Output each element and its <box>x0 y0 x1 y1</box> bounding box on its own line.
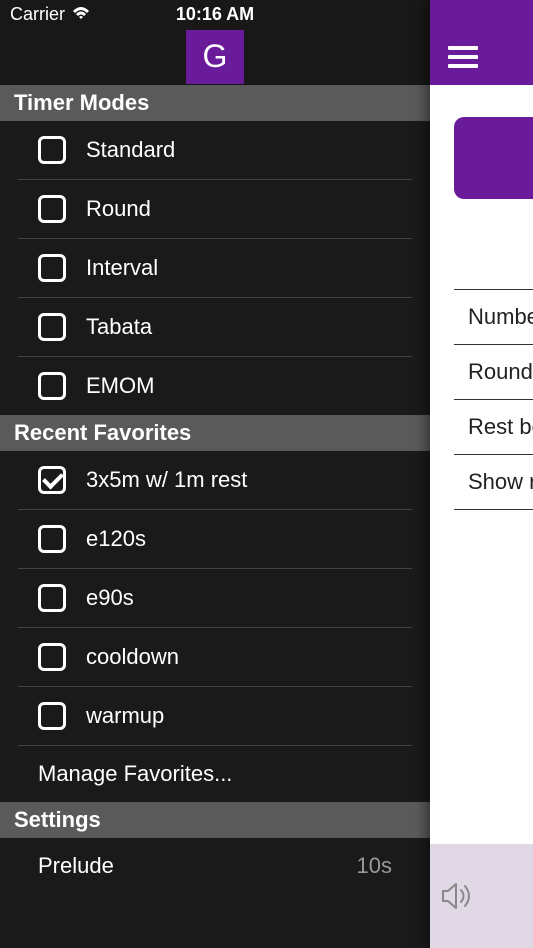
status-bar: Carrier 10:16 AM <box>0 0 430 28</box>
section-header-settings: Settings <box>0 802 430 838</box>
timer-mode-interval[interactable]: Interval <box>18 239 412 298</box>
wifi-icon <box>71 7 91 21</box>
checkbox-icon <box>38 313 66 341</box>
checkbox-icon <box>38 643 66 671</box>
item-value: 10s <box>357 853 392 879</box>
item-label: warmup <box>86 703 392 729</box>
bottom-toolbar <box>430 844 533 948</box>
favorite-item[interactable]: e90s <box>18 569 412 628</box>
timer-mode-emom[interactable]: EMOM <box>18 357 412 415</box>
favorite-item[interactable]: 3x5m w/ 1m rest <box>18 451 412 510</box>
setting-row-number[interactable]: Number <box>454 290 533 345</box>
app-logo[interactable]: G <box>186 30 244 84</box>
item-label: e90s <box>86 585 392 611</box>
item-label: Interval <box>86 255 392 281</box>
content-body: Number Round d Rest bet Show ro <box>430 85 533 510</box>
item-label: Tabata <box>86 314 392 340</box>
main-sidebar-panel: Carrier 10:16 AM G Timer Modes Standard … <box>0 0 430 948</box>
checkbox-icon <box>38 702 66 730</box>
logo-text: G <box>203 38 228 75</box>
timer-mode-round[interactable]: Round <box>18 180 412 239</box>
settings-rows: Number Round d Rest bet Show ro <box>454 289 533 510</box>
checkbox-icon <box>38 195 66 223</box>
setting-row-rest-between[interactable]: Rest bet <box>454 400 533 455</box>
item-label: 3x5m w/ 1m rest <box>86 467 392 493</box>
item-label: Prelude <box>38 853 357 879</box>
checkbox-icon <box>38 525 66 553</box>
item-label: EMOM <box>86 373 392 399</box>
item-label: Round <box>86 196 392 222</box>
content-panel: Number Round d Rest bet Show ro <box>430 0 533 948</box>
content-header <box>430 28 533 85</box>
right-status-bar <box>430 0 533 28</box>
timer-mode-tabata[interactable]: Tabata <box>18 298 412 357</box>
checkbox-checked-icon <box>38 466 66 494</box>
carrier-label: Carrier <box>10 4 65 25</box>
checkbox-icon <box>38 372 66 400</box>
logo-area: G <box>0 28 430 85</box>
favorite-item[interactable]: warmup <box>18 687 412 746</box>
checkbox-icon <box>38 136 66 164</box>
timer-card[interactable] <box>454 117 533 199</box>
recent-favorites-list: 3x5m w/ 1m rest e120s e90s cooldown warm… <box>18 451 412 802</box>
favorite-item[interactable]: cooldown <box>18 628 412 687</box>
checkbox-icon <box>38 254 66 282</box>
section-header-timer-modes: Timer Modes <box>0 85 430 121</box>
hamburger-menu-icon[interactable] <box>448 46 478 68</box>
setting-prelude[interactable]: Prelude 10s <box>18 838 412 894</box>
status-time: 10:16 AM <box>176 4 254 25</box>
section-header-recent-favorites: Recent Favorites <box>0 415 430 451</box>
setting-row-show-rounds[interactable]: Show ro <box>454 455 533 510</box>
item-label: e120s <box>86 526 392 552</box>
speaker-icon[interactable] <box>440 881 476 911</box>
item-label: Standard <box>86 137 392 163</box>
timer-modes-list: Standard Round Interval Tabata EMOM <box>18 121 412 415</box>
status-left: Carrier <box>10 4 91 25</box>
checkbox-icon <box>38 584 66 612</box>
favorite-item[interactable]: e120s <box>18 510 412 569</box>
setting-row-round-duration[interactable]: Round d <box>454 345 533 400</box>
timer-mode-standard[interactable]: Standard <box>18 121 412 180</box>
manage-favorites-button[interactable]: Manage Favorites... <box>18 746 412 802</box>
item-label: cooldown <box>86 644 392 670</box>
settings-list: Prelude 10s <box>18 838 412 894</box>
